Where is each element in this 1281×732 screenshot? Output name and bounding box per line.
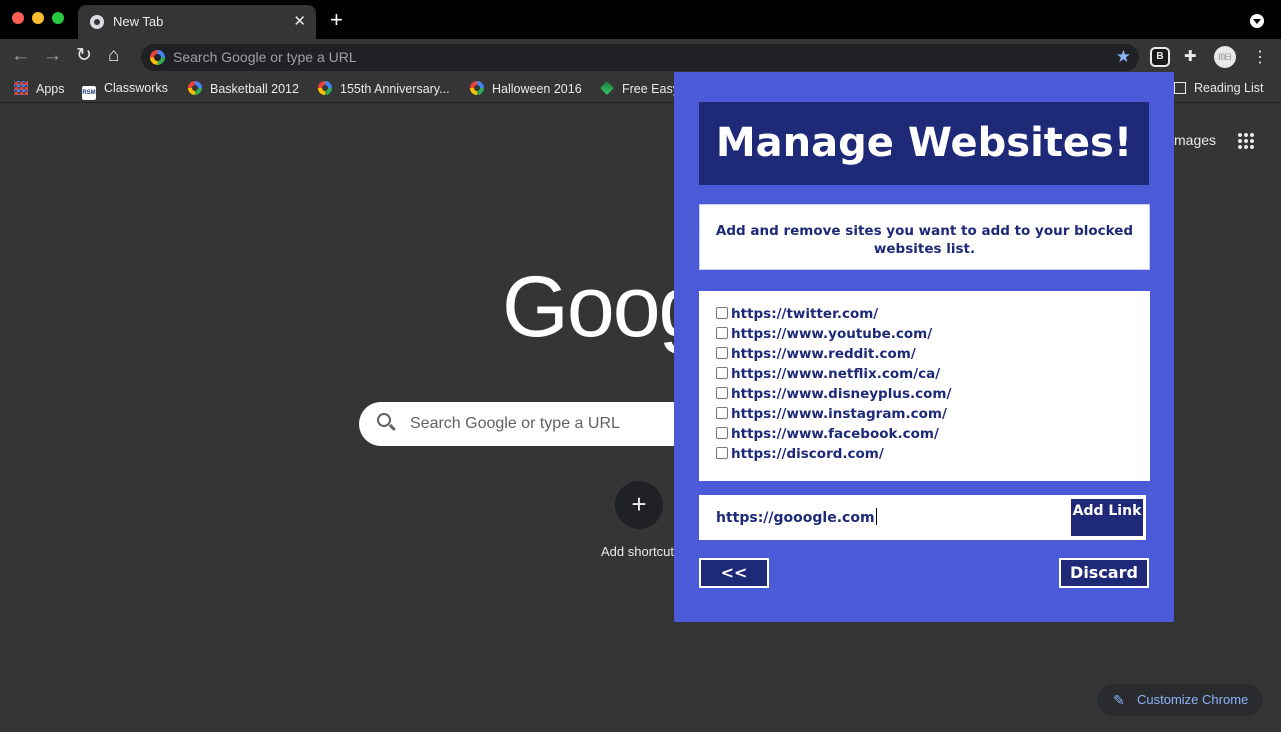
reading-list-button[interactable]: Reading List <box>1174 81 1264 95</box>
google-icon <box>318 81 332 95</box>
reading-list-icon <box>1174 82 1186 94</box>
bookmark-label: Halloween 2016 <box>492 82 582 96</box>
manage-websites-popup: Manage Websites! Add and remove sites yo… <box>674 72 1174 622</box>
add-link-row: https://gooogle.com Add Link <box>699 495 1146 540</box>
new-tab-button[interactable]: + <box>330 9 343 31</box>
more-menu-icon[interactable]: ⋮ <box>1252 47 1268 67</box>
reload-icon[interactable]: ↻ <box>76 45 92 67</box>
tab-title: New Tab <box>113 14 164 29</box>
blocker-extension-icon[interactable]: B <box>1150 47 1170 67</box>
bookmark-label: 155th Anniversary... <box>340 82 450 96</box>
site-url: https://discord.com/ <box>731 446 884 462</box>
bookmark-free-easy[interactable]: Free Easy <box>600 81 679 96</box>
tab-search-icon[interactable] <box>1250 14 1264 28</box>
images-link[interactable]: mages <box>1174 132 1216 148</box>
link-input[interactable]: https://gooogle.com <box>716 508 877 526</box>
bookmark-basketball-2012[interactable]: Basketball 2012 <box>188 81 299 96</box>
bookmark-halloween-2016[interactable]: Halloween 2016 <box>470 81 582 96</box>
title-bar: New Tab ✕ + <box>0 0 1281 39</box>
reading-list-label: Reading List <box>1194 81 1264 95</box>
site-url: https://www.reddit.com/ <box>731 346 916 362</box>
site-url: https://www.disneyplus.com/ <box>731 386 952 402</box>
forward-arrow-icon[interactable]: → <box>43 45 62 67</box>
back-arrow-icon[interactable]: ← <box>11 45 30 67</box>
bookmark-label: Basketball 2012 <box>210 82 299 96</box>
apps-grid-icon <box>14 81 28 95</box>
site-row: https://www.instagram.com/ <box>716 404 1150 424</box>
maximize-window-icon[interactable] <box>52 12 64 24</box>
toolbar: ← → ↻ ⌂ Search Google or type a URL ★ B … <box>0 39 1281 75</box>
customize-chrome-button[interactable]: ✎ Customize Chrome <box>1097 684 1263 716</box>
minimize-window-icon[interactable] <box>32 12 44 24</box>
bookmark-classworks[interactable]: RSM Classworks <box>82 81 168 100</box>
site-url: https://www.youtube.com/ <box>731 326 933 342</box>
chrome-icon <box>90 15 104 29</box>
popup-title: Manage Websites! <box>699 102 1149 185</box>
close-window-icon[interactable] <box>12 12 24 24</box>
bookmark-label: Free Easy <box>622 82 679 96</box>
site-row: https://www.reddit.com/ <box>716 344 1150 364</box>
customize-chrome-label: Customize Chrome <box>1137 692 1249 707</box>
site-url: https://www.instagram.com/ <box>731 406 947 422</box>
puzzle-extensions-icon[interactable]: ✚ <box>1184 47 1204 67</box>
add-link-button[interactable]: Add Link <box>1069 497 1145 538</box>
blocked-sites-list: https://twitter.com/ https://www.youtube… <box>699 291 1150 481</box>
home-icon[interactable]: ⌂ <box>108 45 119 67</box>
site-row: https://discord.com/ <box>716 444 1150 464</box>
site-row: https://twitter.com/ <box>716 304 1150 324</box>
link-input-value: https://gooogle.com <box>716 510 875 526</box>
site-row: https://www.netflix.com/ca/ <box>716 364 1150 384</box>
add-shortcut-button[interactable]: + <box>615 481 663 529</box>
close-tab-icon[interactable]: ✕ <box>293 12 306 30</box>
popup-description: Add and remove sites you want to add to … <box>699 204 1150 270</box>
pencil-icon: ✎ <box>1113 692 1125 708</box>
google-icon <box>188 81 202 95</box>
bookmark-155th-anniversary[interactable]: 155th Anniversary... <box>318 81 450 96</box>
discard-button[interactable]: Discard <box>1059 558 1149 588</box>
site-checkbox[interactable] <box>716 426 728 439</box>
google-icon <box>470 81 484 95</box>
site-checkbox[interactable] <box>716 406 728 419</box>
search-icon <box>377 413 391 427</box>
address-bar-placeholder: Search Google or type a URL <box>173 49 357 65</box>
site-row: https://www.youtube.com/ <box>716 324 1150 344</box>
site-url: https://twitter.com/ <box>731 306 879 322</box>
site-checkbox[interactable] <box>716 306 728 319</box>
site-row: https://www.disneyplus.com/ <box>716 384 1150 404</box>
rsm-icon: RSM <box>82 86 96 100</box>
google-apps-icon[interactable] <box>1237 132 1255 150</box>
site-checkbox[interactable] <box>716 446 728 459</box>
site-url: https://www.facebook.com/ <box>731 426 939 442</box>
site-checkbox[interactable] <box>716 326 728 339</box>
bookmark-label: Apps <box>36 82 65 96</box>
site-row: https://www.facebook.com/ <box>716 424 1150 444</box>
ntp-search-placeholder: Search Google or type a URL <box>410 415 620 432</box>
bookmark-label: Classworks <box>104 81 168 95</box>
bookmark-star-icon[interactable]: ★ <box>1116 47 1131 67</box>
add-shortcut-label: Add shortcut <box>601 544 674 559</box>
leaf-icon <box>600 81 614 95</box>
back-button[interactable]: << <box>699 558 769 588</box>
google-icon <box>150 50 165 65</box>
bookmark-apps[interactable]: Apps <box>14 81 65 96</box>
profile-avatar[interactable]: ᗰᗷ <box>1214 46 1236 68</box>
address-bar[interactable]: Search Google or type a URL ★ <box>141 44 1139 71</box>
site-checkbox[interactable] <box>716 386 728 399</box>
text-caret <box>875 508 877 525</box>
site-checkbox[interactable] <box>716 366 728 379</box>
site-checkbox[interactable] <box>716 346 728 359</box>
site-url: https://www.netflix.com/ca/ <box>731 366 941 382</box>
tab-new-tab[interactable]: New Tab ✕ <box>78 5 316 39</box>
